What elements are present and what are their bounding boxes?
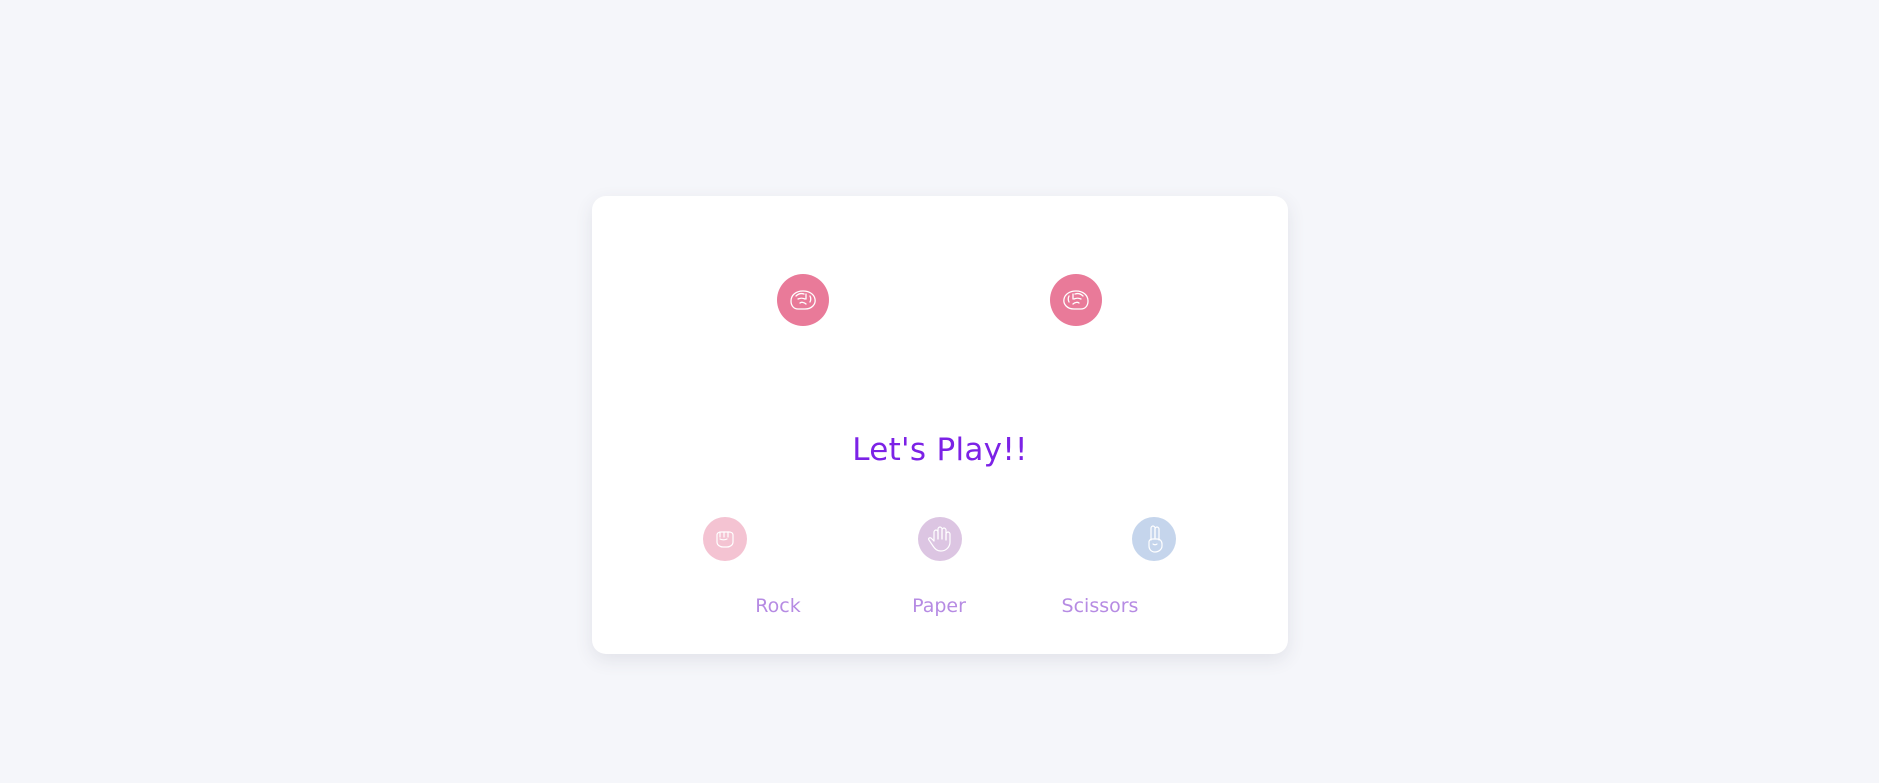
scissors-choice-label[interactable]: Scissors (1040, 595, 1160, 617)
rock-choice-icon[interactable] (703, 517, 747, 561)
computer-hand-rock-icon (1050, 274, 1102, 326)
player-hand-rock-icon (777, 274, 829, 326)
paper-choice-icon[interactable] (918, 517, 962, 561)
paper-choice-label[interactable]: Paper (879, 595, 999, 617)
rock-choice-label[interactable]: Rock (718, 595, 838, 617)
game-card: Let's Play!! Rock Paper Scissors (592, 196, 1288, 654)
scissors-choice-icon[interactable] (1132, 517, 1176, 561)
game-status-text: Let's Play!! (852, 432, 1028, 468)
